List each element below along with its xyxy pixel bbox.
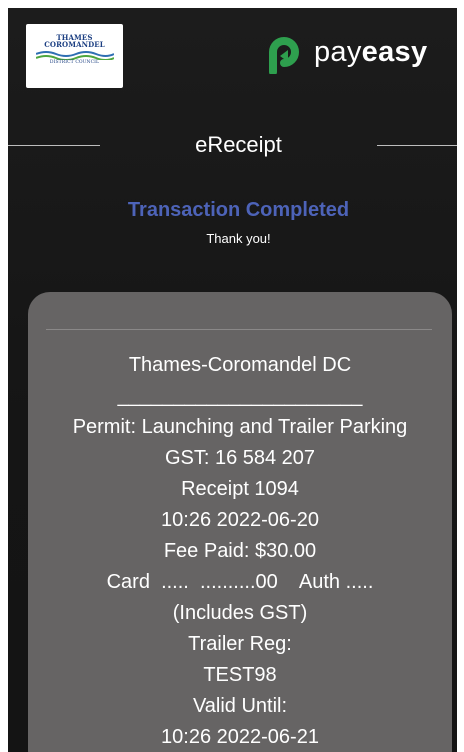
council-logo-line2: COROMANDEL [44,40,105,49]
transaction-status: Transaction Completed [127,199,350,221]
receipt-title: eReceipt [195,132,282,157]
valid-until-label: Valid Until: [192,695,288,717]
transaction-datetime: 10:26 2022-06-20 [161,509,319,531]
permit-line: Permit: Launching and Trailer Parking [72,416,408,438]
card-auth-line: Card ..... ..........00 Auth ..... [106,571,374,593]
includes-gst: (Includes GST) [172,602,308,624]
receipt-screen: THAMES COROMANDEL DISTRICT COUNCIL payea… [8,8,457,752]
receipt-details: Thames-Coromandel DC ___________________… [28,350,452,752]
receipt-card: Thames-Coromandel DC ___________________… [28,292,452,752]
card-divider [46,329,432,330]
fee-paid: Fee Paid: $30.00 [163,540,317,562]
trailer-reg-value: TEST98 [203,664,277,686]
receipt-number: Receipt 1094 [181,478,299,500]
thank-you-message: Thank you! [206,231,271,246]
council-logo-line3: DISTRICT COUNCIL [49,60,100,65]
trailer-reg-label: Trailer Reg: [188,633,292,655]
council-logo: THAMES COROMANDEL DISTRICT COUNCIL [26,24,123,88]
merchant-name: Thames-Coromandel DC [128,354,352,376]
merchant-underline: ______________________ [117,385,363,407]
gst-number: GST: 16 584 207 [164,447,316,469]
council-wave-icon [35,51,114,60]
payeasy-logo-icon [269,37,299,74]
brand-name-easy: easy [361,36,428,68]
payeasy-wordmark: payeasy [314,36,427,68]
payeasy-brand: payeasy [264,34,444,74]
brand-name-pay: pay [314,36,362,68]
valid-until-value: 10:26 2022-06-21 [161,726,319,748]
